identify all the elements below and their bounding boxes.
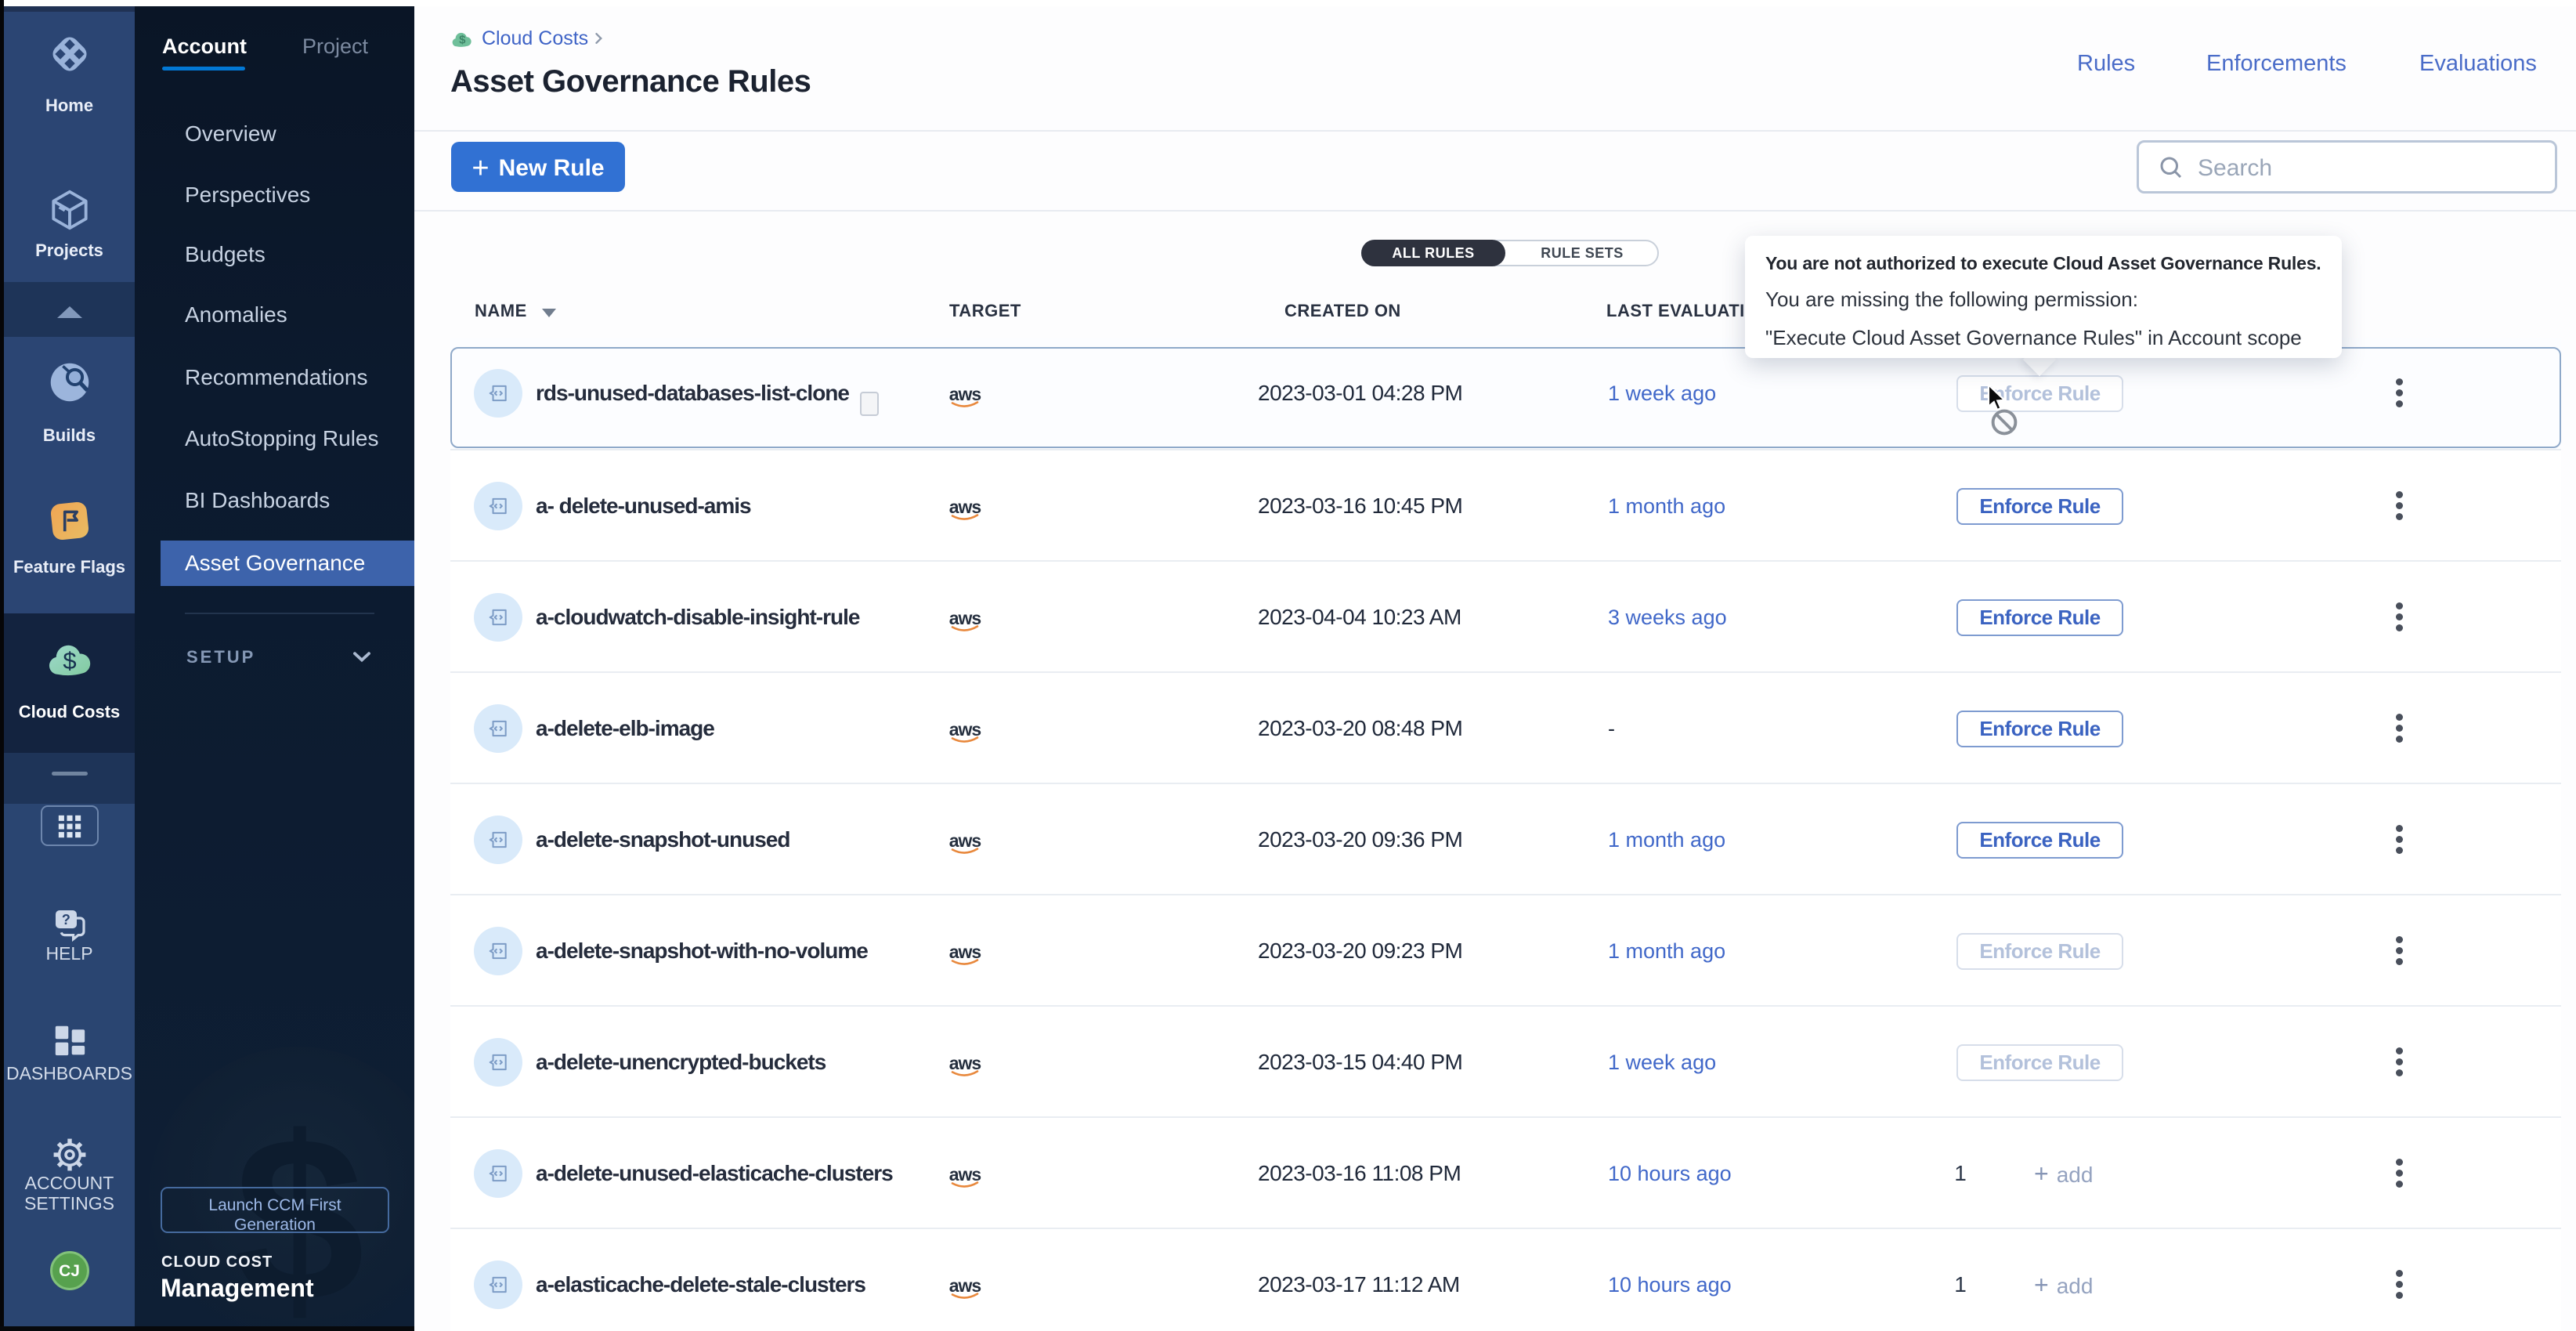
svg-text:?: ? [61,912,70,928]
svg-text:aws: aws [949,1164,981,1185]
svg-text:aws: aws [949,608,981,628]
svg-text:aws: aws [949,719,981,740]
svg-text:aws: aws [949,1275,981,1296]
svg-text:$: $ [63,647,76,675]
svg-text:$: $ [459,33,466,46]
svg-text:aws: aws [949,1053,981,1073]
svg-text:aws: aws [949,497,981,517]
svg-text:aws: aws [949,942,981,962]
svg-text:aws: aws [949,830,981,851]
